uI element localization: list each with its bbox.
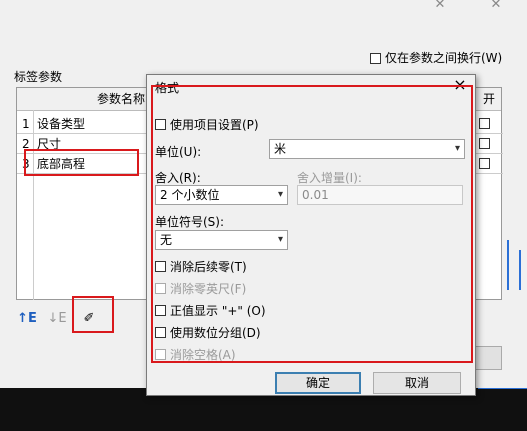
row-checkbox[interactable] — [479, 158, 490, 169]
format-dialog: 格式 × 使用项目设置(P) 单位(U): 米 ▾ 舍入(R): 舍入增量(I)… — [146, 74, 476, 396]
units-select[interactable]: 米 ▾ — [269, 139, 465, 159]
units-label: 单位(U): — [155, 145, 202, 159]
suppress-zero-feet-label: 消除零英尺(F) — [170, 282, 247, 296]
chevron-down-icon: ▾ — [277, 189, 283, 200]
checkbox-box[interactable] — [155, 283, 166, 294]
close-icon[interactable]: × — [451, 76, 469, 94]
checkbox-box[interactable] — [155, 119, 166, 130]
row-checkbox[interactable] — [479, 138, 490, 149]
checkbox-box[interactable] — [155, 261, 166, 272]
group-title: 标签参数 — [14, 70, 63, 84]
checkbox-box[interactable] — [155, 327, 166, 338]
units-value: 米 — [274, 142, 287, 156]
rounding-label: 舍入(R): — [155, 171, 201, 185]
checkbox-box[interactable] — [370, 53, 381, 64]
cancel-button[interactable]: 取消 — [373, 372, 461, 394]
row-name: 尺寸 — [37, 137, 62, 151]
suppress-spaces-label: 消除空格(A) — [170, 348, 236, 362]
rounding-value: 2 个小数位 — [160, 188, 220, 202]
move-up-icon[interactable]: ↑E — [16, 308, 38, 330]
chevron-down-icon: ▾ — [454, 143, 460, 154]
checkbox-box[interactable] — [155, 305, 166, 316]
row-number: 1 — [22, 117, 30, 131]
only-between-params-label: 仅在参数之间换行(W) — [385, 51, 503, 65]
suppress-spaces-checkbox[interactable]: 消除空格(A) — [155, 347, 236, 363]
grid-toolbar: ↑E ↓E ✐ — [16, 308, 126, 332]
use-project-settings-checkbox[interactable]: 使用项目设置(P) — [155, 117, 259, 133]
use-project-settings-label: 使用项目设置(P) — [170, 118, 259, 132]
suppress-trailing-zeros-checkbox[interactable]: 消除后续零(T) — [155, 259, 247, 275]
row-checkbox[interactable] — [479, 118, 490, 129]
grid-header-right: 开 — [483, 92, 496, 106]
row-number: 2 — [22, 137, 30, 151]
format-edit-icon[interactable]: ✐ — [78, 308, 100, 330]
suppress-trailing-zeros-label: 消除后续零(T) — [170, 260, 247, 274]
move-down-icon[interactable]: ↓E — [46, 308, 68, 330]
rounding-select[interactable]: 2 个小数位 ▾ — [155, 185, 288, 205]
background-button[interactable] — [474, 346, 502, 370]
unit-symbol-select[interactable]: 无 ▾ — [155, 230, 288, 250]
canvas-line — [519, 250, 521, 290]
row-number: 3 — [22, 157, 30, 171]
background-close-icon[interactable]: ✕ — [430, 0, 450, 13]
unit-symbol-label: 单位符号(S): — [155, 215, 225, 229]
background-close-icon-2[interactable]: ✕ — [486, 0, 506, 13]
row-name: 底部高程 — [37, 157, 86, 171]
grid-divider — [33, 110, 34, 300]
rounding-increment-label: 舍入增量(I): — [297, 171, 362, 185]
ok-button[interactable]: 确定 — [275, 372, 361, 394]
digit-grouping-label: 使用数位分组(D) — [170, 326, 261, 340]
rounding-increment-input[interactable]: 0.01 — [297, 185, 463, 205]
dialog-title: 格式 — [155, 81, 180, 95]
canvas-line — [478, 388, 527, 389]
canvas-line — [507, 240, 509, 290]
suppress-zero-feet-checkbox[interactable]: 消除零英尺(F) — [155, 281, 246, 297]
only-between-params-checkbox[interactable]: 仅在参数之间换行(W) — [370, 49, 502, 67]
grid-header-name: 参数名称 — [97, 92, 146, 106]
chevron-down-icon: ▾ — [277, 234, 283, 245]
show-plus-sign-label: 正值显示 "+" (O) — [170, 304, 266, 318]
show-plus-sign-checkbox[interactable]: 正值显示 "+" (O) — [155, 303, 266, 319]
checkbox-box[interactable] — [155, 349, 166, 360]
row-name: 设备类型 — [37, 117, 86, 131]
digit-grouping-checkbox[interactable]: 使用数位分组(D) — [155, 325, 261, 341]
unit-symbol-value: 无 — [160, 233, 173, 247]
